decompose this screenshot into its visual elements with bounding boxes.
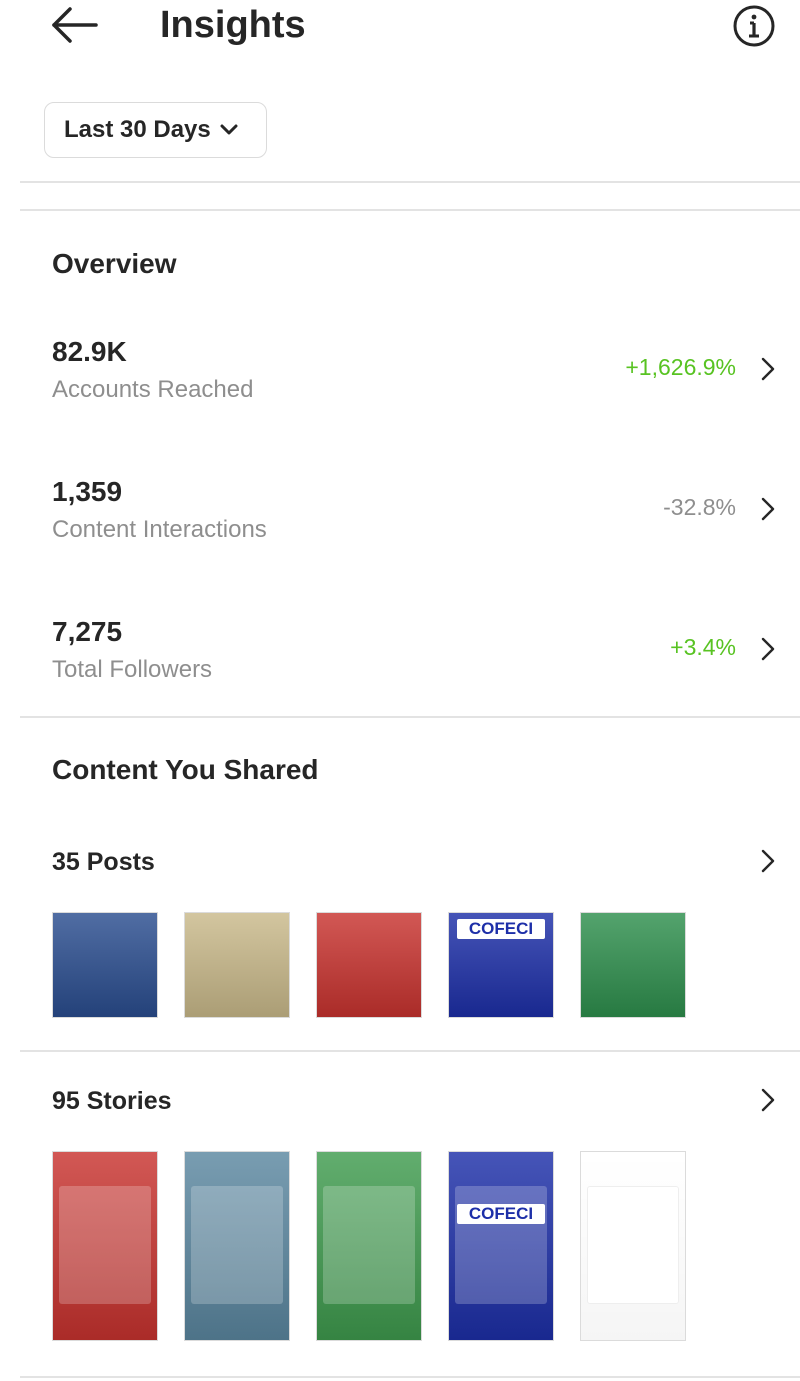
thumbnail-image bbox=[185, 913, 289, 1017]
story-card bbox=[191, 1186, 283, 1304]
date-range-dropdown[interactable]: Last 30 Days bbox=[44, 102, 267, 158]
posts-count: 35 Posts bbox=[52, 848, 155, 876]
post-thumb-5[interactable] bbox=[580, 912, 686, 1018]
story-thumbnails: COFECI bbox=[52, 1151, 686, 1341]
divider bbox=[20, 716, 800, 718]
chevron-right-icon bbox=[761, 357, 775, 381]
story-card bbox=[323, 1186, 415, 1304]
arrow-left-icon bbox=[52, 7, 98, 43]
divider bbox=[20, 181, 800, 183]
story-thumb-3[interactable] bbox=[316, 1151, 422, 1341]
thumbnail-brand: COFECI bbox=[457, 1204, 545, 1224]
story-thumb-4[interactable]: COFECI bbox=[448, 1151, 554, 1341]
metric-value: 7,275 bbox=[52, 616, 123, 647]
metric-content-interactions[interactable]: 1,359 Content Interactions -32.8% bbox=[0, 476, 800, 576]
metric-delta: +3.4% bbox=[670, 634, 736, 660]
chevron-right-icon bbox=[761, 637, 775, 661]
thumbnail-image bbox=[317, 913, 421, 1017]
info-circle-icon bbox=[733, 5, 775, 47]
story-thumb-2[interactable] bbox=[184, 1151, 290, 1341]
metric-accounts-reached[interactable]: 82.9K Accounts Reached +1,626.9% bbox=[0, 336, 800, 436]
story-card bbox=[587, 1186, 679, 1304]
content-shared-heading: Content You Shared bbox=[52, 754, 319, 785]
post-thumb-1[interactable] bbox=[52, 912, 158, 1018]
metric-label: Total Followers bbox=[52, 656, 213, 683]
metric-value: 1,359 bbox=[52, 476, 123, 507]
post-thumb-2[interactable] bbox=[184, 912, 290, 1018]
post-thumb-4[interactable]: COFECI bbox=[448, 912, 554, 1018]
divider bbox=[20, 1376, 800, 1378]
metric-total-followers[interactable]: 7,275 Total Followers +3.4% bbox=[0, 616, 800, 716]
divider bbox=[20, 209, 800, 211]
overview-heading: Overview bbox=[52, 248, 177, 279]
stories-count: 95 Stories bbox=[52, 1087, 172, 1115]
story-thumb-5[interactable] bbox=[580, 1151, 686, 1341]
metric-delta: +1,626.9% bbox=[625, 354, 736, 380]
chevron-right-icon bbox=[761, 497, 775, 521]
story-thumb-1[interactable] bbox=[52, 1151, 158, 1341]
back-button[interactable] bbox=[48, 2, 100, 48]
chevron-down-icon bbox=[220, 124, 238, 135]
metric-label: Content Interactions bbox=[52, 516, 267, 543]
story-card bbox=[59, 1186, 151, 1304]
info-button[interactable] bbox=[730, 2, 778, 50]
app-header: Insights bbox=[0, 0, 800, 60]
page-title: Insights bbox=[160, 4, 306, 46]
stories-row[interactable]: 95 Stories bbox=[0, 1087, 800, 1127]
metric-label: Accounts Reached bbox=[52, 376, 254, 403]
metric-delta: -32.8% bbox=[663, 494, 736, 520]
thumbnail-image bbox=[581, 913, 685, 1017]
posts-row[interactable]: 35 Posts bbox=[0, 848, 800, 888]
thumbnail-image bbox=[53, 913, 157, 1017]
metric-value: 82.9K bbox=[52, 336, 127, 367]
post-thumb-3[interactable] bbox=[316, 912, 422, 1018]
divider bbox=[20, 1050, 800, 1052]
chevron-right-icon bbox=[761, 1088, 775, 1112]
date-range-label: Last 30 Days bbox=[64, 116, 211, 143]
chevron-right-icon bbox=[761, 849, 775, 873]
thumbnail-brand: COFECI bbox=[457, 919, 545, 939]
post-thumbnails: COFECI bbox=[52, 912, 686, 1018]
